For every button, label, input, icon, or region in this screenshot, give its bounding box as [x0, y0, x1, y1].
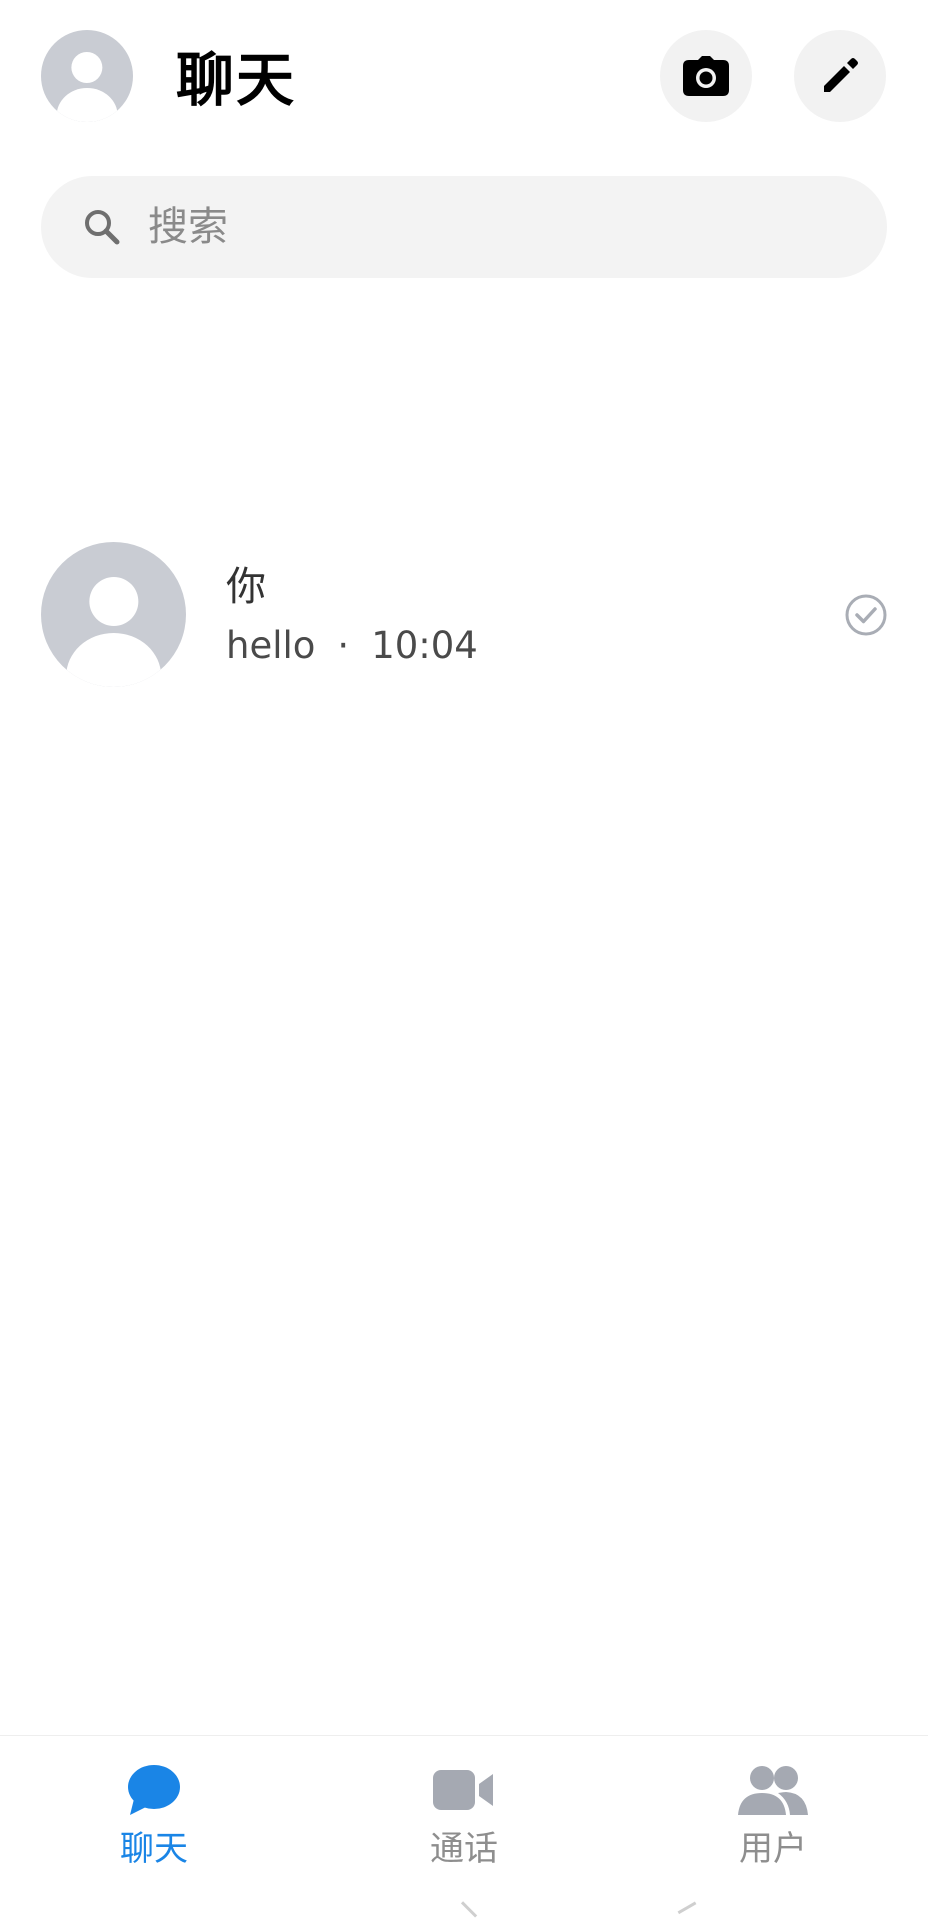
contact-name: 你 — [226, 564, 266, 610]
camera-icon — [683, 56, 729, 96]
avatar-head-shape — [71, 52, 103, 84]
tab-label-chats: 聊天 — [120, 1829, 188, 1869]
chat-bubble-icon — [118, 1760, 190, 1820]
tab-calls[interactable]: 通话 — [384, 1760, 544, 1880]
contact-avatar — [41, 542, 186, 687]
tab-chats[interactable]: 聊天 — [74, 1760, 234, 1880]
tab-users[interactable]: 用户 — [693, 1760, 853, 1880]
profile-avatar[interactable] — [41, 30, 133, 122]
system-back-hint — [677, 1901, 707, 1932]
pencil-icon — [824, 58, 858, 92]
avatar-body-shape — [65, 633, 162, 687]
message-preview: hello · 10:04 — [226, 622, 478, 670]
compose-button[interactable] — [794, 30, 886, 122]
page-title: 聊天 — [176, 46, 297, 114]
last-message: hello — [226, 624, 316, 667]
message-time: 10:04 — [371, 624, 478, 667]
chat-list-item[interactable]: 你 hello · 10:04 — [0, 530, 928, 700]
read-check-icon — [845, 594, 887, 636]
avatar-body-shape — [56, 87, 118, 122]
tab-label-calls: 通话 — [430, 1829, 498, 1869]
users-icon — [737, 1760, 809, 1820]
video-camera-icon — [428, 1760, 500, 1820]
bottom-navigation: 聊天 通话 用户 — [0, 1735, 928, 1886]
system-home-hint — [446, 1901, 478, 1932]
search-icon — [82, 207, 122, 247]
separator-dot: · — [337, 624, 350, 667]
avatar-head-shape — [88, 576, 139, 627]
search-bar[interactable] — [41, 176, 887, 278]
tab-label-users: 用户 — [739, 1829, 807, 1869]
search-input[interactable] — [148, 197, 887, 257]
top-app-bar: 聊天 — [0, 0, 928, 160]
camera-button[interactable] — [660, 30, 752, 122]
